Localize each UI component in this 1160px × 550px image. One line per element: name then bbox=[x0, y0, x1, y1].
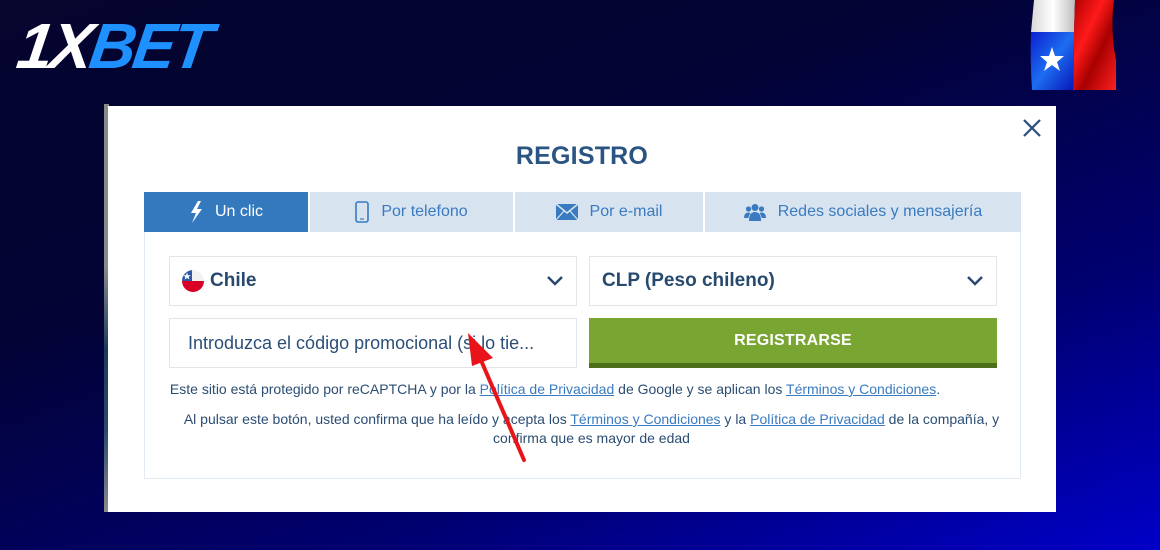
registration-form: Chile CLP (Peso chileno) Introduzca el c… bbox=[144, 232, 1021, 479]
promo-code-input[interactable]: Introduzca el código promocional (si lo … bbox=[169, 318, 577, 368]
register-button[interactable]: REGISTRARSE bbox=[589, 318, 997, 368]
legal-text: Al pulsar este botón, usted confirma que… bbox=[183, 411, 571, 427]
tab-redes-sociales[interactable]: Redes sociales y mensajería bbox=[705, 192, 1021, 232]
modal-title: REGISTRO bbox=[515, 142, 649, 170]
legal-text: Este sitio está protegido por reCAPTCHA … bbox=[169, 381, 480, 397]
legal-text: y la bbox=[720, 411, 751, 427]
currency-value: CLP (Peso chileno) bbox=[602, 270, 775, 291]
currency-select[interactable]: CLP (Peso chileno) bbox=[589, 256, 997, 306]
tab-label: Redes sociales y mensajería bbox=[777, 203, 983, 220]
legal-text: de Google y se aplican los bbox=[614, 381, 787, 397]
chile-flag-icon bbox=[182, 270, 204, 292]
chevron-down-icon bbox=[967, 276, 983, 286]
registration-modal: REGISTRO Un clic Por telefono Por e-mail bbox=[108, 106, 1056, 512]
users-icon bbox=[743, 204, 766, 221]
country-value: Chile bbox=[210, 270, 257, 291]
terms-link[interactable]: Términos y Condiciones bbox=[570, 411, 720, 427]
tab-por-telefono[interactable]: Por telefono bbox=[310, 192, 515, 232]
tab-label: Por telefono bbox=[381, 203, 468, 220]
tab-por-email[interactable]: Por e-mail bbox=[515, 192, 705, 232]
lightning-icon bbox=[190, 201, 202, 223]
tab-un-clic[interactable]: Un clic bbox=[144, 192, 310, 232]
legal-text: . bbox=[936, 381, 941, 397]
country-select[interactable]: Chile bbox=[169, 256, 577, 306]
consent-notice: Al pulsar este botón, usted confirma que… bbox=[155, 410, 1020, 448]
logo-1x: 1X bbox=[12, 10, 96, 82]
privacy-policy-link[interactable]: Política de Privacidad bbox=[750, 411, 885, 427]
phone-icon bbox=[355, 201, 370, 223]
brand-logo[interactable]: 1XBET bbox=[13, 10, 214, 82]
terms-link[interactable]: Términos y Condiciones bbox=[786, 381, 936, 397]
tab-label: Por e-mail bbox=[589, 203, 663, 220]
registration-tabs: Un clic Por telefono Por e-mail Redes so… bbox=[144, 192, 1021, 232]
chevron-down-icon bbox=[547, 276, 563, 286]
envelope-icon bbox=[555, 204, 578, 220]
close-icon[interactable] bbox=[1020, 116, 1044, 140]
promo-code-placeholder: Introduzca el código promocional (si lo … bbox=[188, 332, 535, 353]
privacy-policy-link[interactable]: Política de Privacidad bbox=[480, 381, 615, 397]
logo-bet: BET bbox=[85, 10, 215, 82]
chile-flag-icon bbox=[1030, 0, 1116, 90]
tab-label: Un clic bbox=[214, 203, 263, 220]
recaptcha-notice: Este sitio está protegido por reCAPTCHA … bbox=[145, 380, 965, 399]
